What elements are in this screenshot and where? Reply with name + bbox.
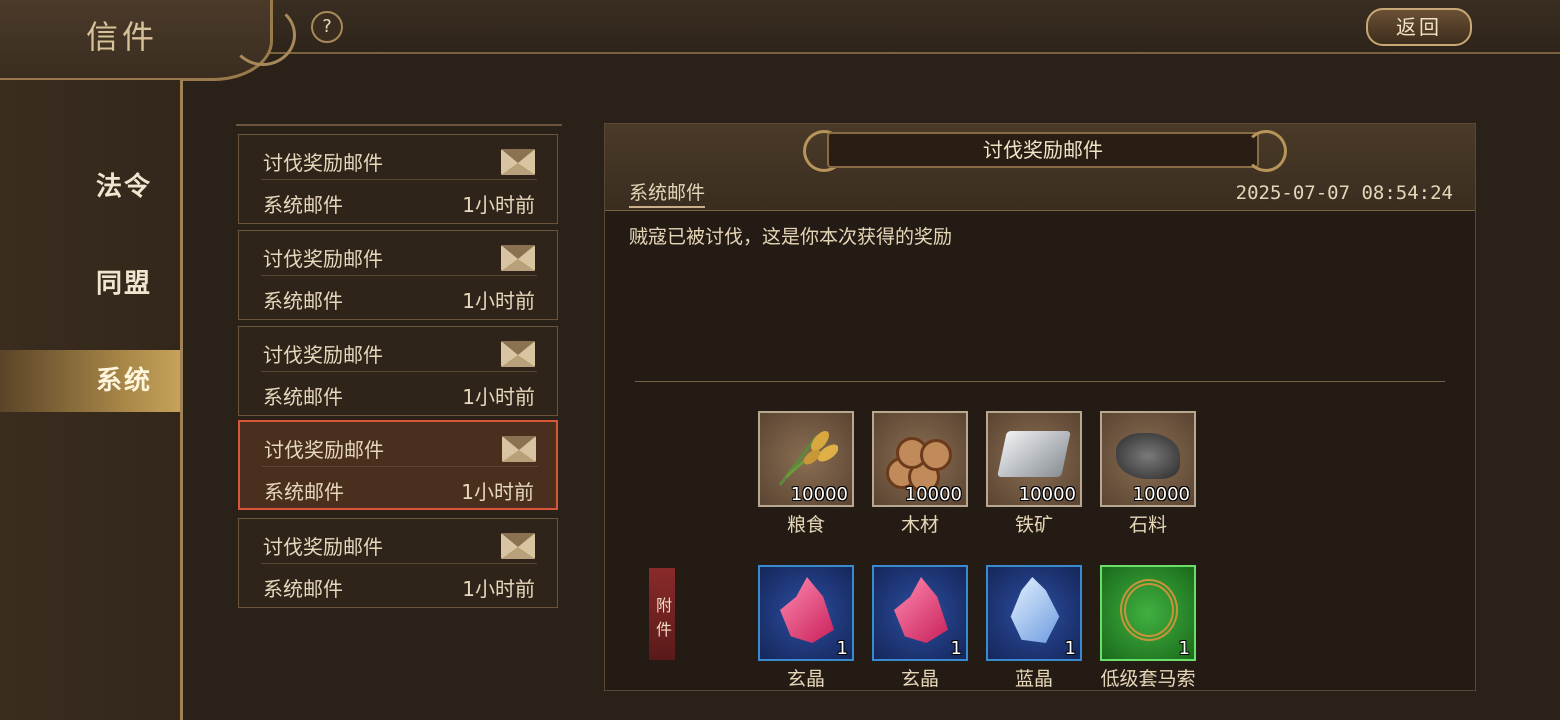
help-button[interactable]: ? bbox=[311, 11, 343, 43]
mail-time: 1小时前 bbox=[461, 480, 534, 504]
mail-time: 1小时前 bbox=[462, 577, 535, 601]
divider bbox=[262, 466, 538, 467]
reward-qty: 10000 bbox=[1132, 484, 1190, 505]
envelope-icon bbox=[502, 436, 536, 462]
mail-sender: 系统邮件 bbox=[263, 577, 343, 601]
mail-time: 1小时前 bbox=[462, 385, 535, 409]
attachment-tag: 附件 bbox=[649, 568, 675, 660]
reward-item-lasso[interactable]: 1 bbox=[1100, 565, 1196, 661]
reward-name: 低级套马索 bbox=[1100, 668, 1196, 690]
envelope-icon bbox=[501, 533, 535, 559]
mail-detail-panel: 讨伐奖励邮件 系统邮件 2025-07-07 08:54:24 贼寇已被讨伐，这… bbox=[604, 123, 1476, 691]
reward-qty: 1 bbox=[950, 638, 962, 659]
sidebar-item-alliance[interactable]: 同盟 bbox=[0, 253, 180, 315]
divider bbox=[635, 381, 1445, 382]
lasso-rope-icon bbox=[1120, 579, 1178, 641]
reward-qty: 1 bbox=[1064, 638, 1076, 659]
sidebar-item-system[interactable]: 系统 bbox=[0, 350, 180, 412]
sidebar: 法令 同盟 系统 bbox=[0, 80, 183, 720]
grain-icon bbox=[778, 431, 838, 486]
envelope-icon bbox=[501, 245, 535, 271]
page-title: 信件 bbox=[86, 18, 159, 56]
divider bbox=[261, 179, 537, 180]
mail-detail-datetime: 2025-07-07 08:54:24 bbox=[1235, 182, 1453, 204]
blue-crystal-icon bbox=[1010, 577, 1060, 643]
red-crystal-icon bbox=[780, 577, 834, 643]
envelope-icon bbox=[501, 341, 535, 367]
mail-title: 讨伐奖励邮件 bbox=[263, 151, 383, 175]
reward-item-lanjing[interactable]: 1 bbox=[986, 565, 1082, 661]
mail-title: 讨伐奖励邮件 bbox=[263, 247, 383, 271]
reward-qty: 1 bbox=[1178, 638, 1190, 659]
mail-sender: 系统邮件 bbox=[263, 385, 343, 409]
mail-body: 贼寇已被讨伐，这是你本次获得的奖励 bbox=[629, 226, 953, 248]
iron-ore-icon bbox=[997, 431, 1071, 477]
reward-item-iron[interactable]: 10000 bbox=[986, 411, 1082, 507]
mail-detail-header: 讨伐奖励邮件 系统邮件 2025-07-07 08:54:24 bbox=[605, 124, 1475, 211]
mail-list-item[interactable]: 讨伐奖励邮件 系统邮件 1小时前 bbox=[238, 326, 558, 416]
wood-icon bbox=[886, 431, 956, 493]
mail-sender: 系统邮件 bbox=[263, 289, 343, 313]
divider bbox=[261, 371, 537, 372]
mail-title: 讨伐奖励邮件 bbox=[264, 438, 384, 462]
mail-time: 1小时前 bbox=[462, 289, 535, 313]
reward-qty: 10000 bbox=[1018, 484, 1076, 505]
mail-list[interactable]: 讨伐奖励邮件 系统邮件 1小时前 讨伐奖励邮件 系统邮件 1小时前 讨伐奖励邮件… bbox=[236, 124, 562, 620]
sidebar-item-decree[interactable]: 法令 bbox=[0, 156, 180, 218]
mail-title: 讨伐奖励邮件 bbox=[263, 343, 383, 367]
mail-time: 1小时前 bbox=[462, 193, 535, 217]
reward-qty: 10000 bbox=[904, 484, 962, 505]
reward-item-wood[interactable]: 10000 bbox=[872, 411, 968, 507]
divider bbox=[261, 563, 537, 564]
mail-subject: 讨伐奖励邮件 bbox=[983, 138, 1103, 162]
mail-sender: 系统邮件 bbox=[264, 480, 344, 504]
ornament-swirl-icon bbox=[230, 4, 296, 66]
mail-sender: 系统邮件 bbox=[263, 193, 343, 217]
red-crystal-icon bbox=[894, 577, 948, 643]
back-button[interactable]: 返回 bbox=[1366, 8, 1472, 46]
mail-list-item[interactable]: 讨伐奖励邮件 系统邮件 1小时前 bbox=[238, 134, 558, 224]
reward-qty: 1 bbox=[836, 638, 848, 659]
mail-list-item-selected[interactable]: 讨伐奖励邮件 系统邮件 1小时前 bbox=[238, 420, 558, 510]
mail-list-item[interactable]: 讨伐奖励邮件 系统邮件 1小时前 bbox=[238, 230, 558, 320]
reward-item-grain[interactable]: 10000 bbox=[758, 411, 854, 507]
scroll-ornament-icon bbox=[1245, 130, 1287, 172]
mail-list-item[interactable]: 讨伐奖励邮件 系统邮件 1小时前 bbox=[238, 518, 558, 608]
mail-title: 讨伐奖励邮件 bbox=[263, 535, 383, 559]
subject-plate: 讨伐奖励邮件 bbox=[827, 132, 1259, 168]
envelope-icon bbox=[501, 149, 535, 175]
reward-qty: 10000 bbox=[790, 484, 848, 505]
reward-item-xuanjing[interactable]: 1 bbox=[758, 565, 854, 661]
divider bbox=[261, 275, 537, 276]
reward-name: 石料 bbox=[1128, 514, 1167, 536]
mail-detail-sender: 系统邮件 bbox=[629, 178, 706, 208]
reward-item-stone[interactable]: 10000 bbox=[1100, 411, 1196, 507]
reward-item-xuanjing[interactable]: 1 bbox=[872, 565, 968, 661]
stone-icon bbox=[1116, 433, 1180, 479]
